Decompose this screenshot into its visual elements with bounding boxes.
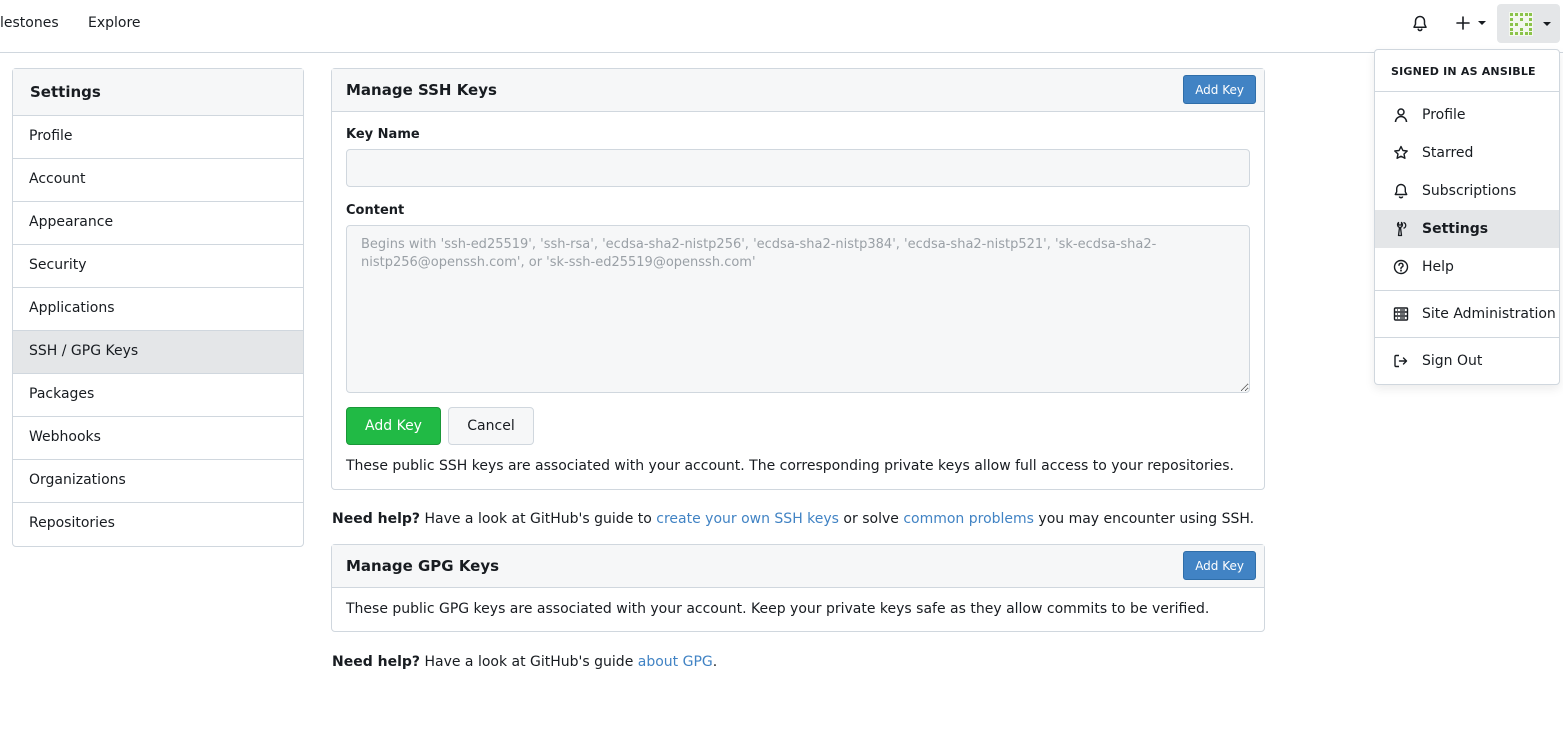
create-new-dropdown[interactable] [1452, 13, 1490, 33]
sidebar-item-account[interactable]: Account [13, 159, 303, 202]
sidebar-item-organizations[interactable]: Organizations [13, 460, 303, 503]
user-dropdown-menu: SIGNED IN AS ANSIBLE Profile Starred Sub… [1374, 49, 1560, 385]
menu-item-label: Settings [1422, 221, 1489, 237]
menu-item-profile[interactable]: Profile [1375, 96, 1559, 134]
gpg-help-text: Need help? Have a look at GitHub's guide… [332, 654, 717, 670]
menu-item-settings[interactable]: Settings [1375, 210, 1559, 248]
gpg-add-key-header-button[interactable]: Add Key [1183, 551, 1256, 580]
ssh-help-text-1: Have a look at GitHub's guide to [420, 511, 657, 527]
sidebar-item-appearance[interactable]: Appearance [13, 202, 303, 245]
ssh-help-text: Need help? Have a look at GitHub's guide… [332, 511, 1254, 527]
gpg-help-text-1: Have a look at GitHub's guide [420, 654, 638, 670]
ssh-keys-panel: Manage SSH Keys Add Key Key Name Content… [331, 68, 1265, 490]
chevron-down-icon [1543, 21, 1551, 26]
ssh-help-text-2: or solve [838, 511, 904, 527]
server-icon [1392, 305, 1410, 323]
key-name-input[interactable] [346, 149, 1250, 187]
menu-item-sign-out[interactable]: Sign Out [1375, 342, 1559, 380]
menu-item-site-administration[interactable]: Site Administration [1375, 295, 1559, 333]
plus-icon [1456, 16, 1470, 30]
ssh-keys-title: Manage SSH Keys [346, 81, 497, 99]
sidebar-title: Settings [13, 69, 303, 116]
star-icon [1392, 144, 1410, 162]
gpg-keys-description: These public GPG keys are associated wit… [346, 601, 1210, 617]
sidebar-item-ssh-gpg-keys[interactable]: SSH / GPG Keys [13, 331, 303, 374]
key-name-label: Key Name [346, 127, 420, 142]
ssh-help-bold: Need help? [332, 511, 421, 527]
gpg-keys-panel: Manage GPG Keys Add Key These public GPG… [331, 544, 1265, 632]
gpg-keys-header: Manage GPG Keys Add Key [332, 545, 1264, 588]
user-menu-button[interactable] [1497, 4, 1560, 43]
question-icon [1392, 258, 1410, 276]
cancel-button[interactable]: Cancel [448, 407, 534, 445]
menu-divider [1375, 290, 1559, 291]
nav-link-explore[interactable]: Explore [88, 15, 141, 31]
ssh-help-text-3: you may encounter using SSH. [1033, 511, 1255, 527]
sign-out-icon [1392, 352, 1410, 370]
top-navbar: lestones Explore [0, 0, 1563, 53]
menu-divider [1375, 337, 1559, 338]
notifications-bell-icon[interactable] [1410, 13, 1430, 33]
sidebar-item-security[interactable]: Security [13, 245, 303, 288]
menu-item-label: Starred [1422, 145, 1474, 161]
menu-item-subscriptions[interactable]: Subscriptions [1375, 172, 1559, 210]
chevron-down-icon [1478, 21, 1486, 25]
menu-item-label: Subscriptions [1422, 183, 1517, 199]
ssh-keys-header: Manage SSH Keys Add Key [332, 69, 1264, 112]
gpg-help-text-2: . [712, 654, 718, 670]
sidebar-item-repositories[interactable]: Repositories [13, 503, 303, 546]
sidebar-item-packages[interactable]: Packages [13, 374, 303, 417]
common-problems-link[interactable]: common problems [903, 511, 1034, 527]
settings-sidebar: Settings Profile Account Appearance Secu… [12, 68, 304, 547]
tools-icon [1392, 220, 1410, 238]
nav-link-milestones[interactable]: lestones [0, 15, 59, 31]
ssh-add-key-header-button[interactable]: Add Key [1183, 75, 1256, 104]
add-key-button[interactable]: Add Key [346, 407, 441, 445]
signed-in-as-header: SIGNED IN AS ANSIBLE [1375, 50, 1559, 92]
menu-item-help[interactable]: Help [1375, 248, 1559, 286]
sidebar-item-applications[interactable]: Applications [13, 288, 303, 331]
menu-item-label: Help [1422, 259, 1454, 275]
menu-item-label: Profile [1422, 107, 1466, 123]
sidebar-item-webhooks[interactable]: Webhooks [13, 417, 303, 460]
menu-item-starred[interactable]: Starred [1375, 134, 1559, 172]
gpg-help-bold: Need help? [332, 654, 421, 670]
menu-item-label: Sign Out [1422, 353, 1483, 369]
content-label: Content [346, 203, 405, 218]
gpg-keys-title: Manage GPG Keys [346, 557, 500, 575]
about-gpg-link[interactable]: about GPG [638, 654, 713, 670]
key-content-textarea[interactable] [346, 225, 1250, 393]
create-ssh-keys-link[interactable]: create your own SSH keys [656, 511, 839, 527]
avatar [1509, 11, 1533, 36]
menu-item-label: Site Administration [1422, 306, 1556, 322]
sidebar-item-profile[interactable]: Profile [13, 116, 303, 159]
bell-icon [1392, 182, 1410, 200]
ssh-keys-description: These public SSH keys are associated wit… [346, 458, 1234, 474]
person-icon [1392, 106, 1410, 124]
